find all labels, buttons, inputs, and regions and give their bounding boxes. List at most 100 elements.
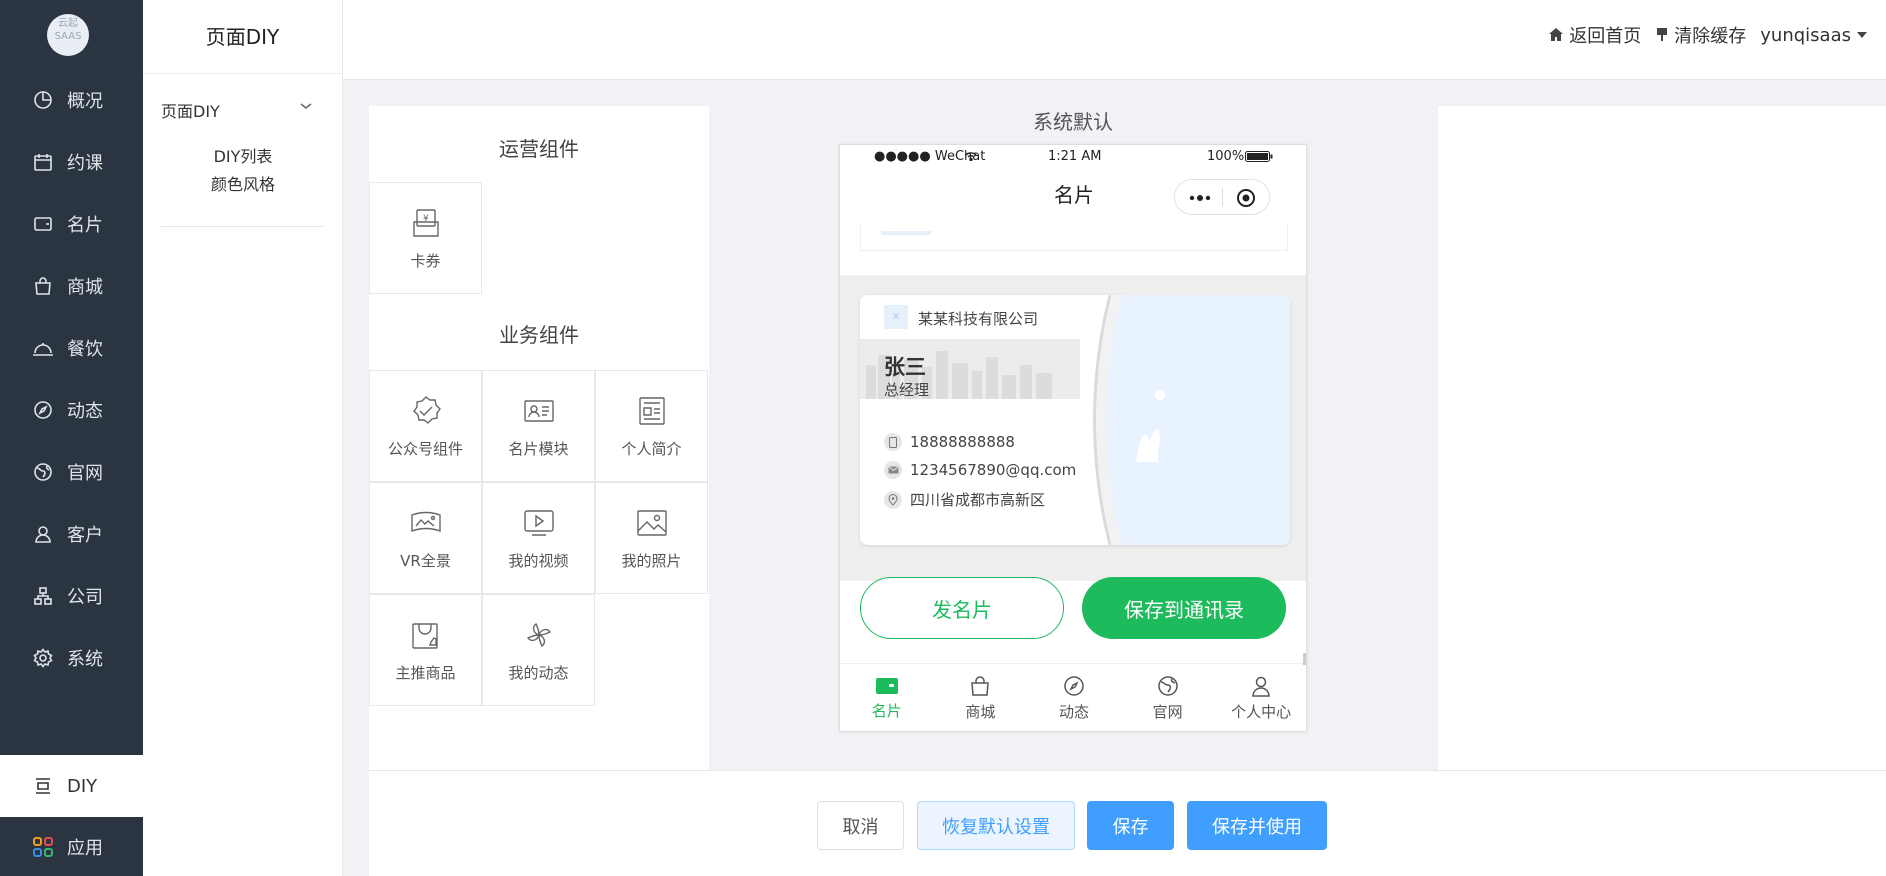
subnav-item-color-style[interactable]: 颜色风格	[143, 171, 343, 195]
phone-number: 18888888888	[910, 433, 1015, 451]
business-card[interactable]: × 某某科技有限公司 张三 总经理 18888888888 1234567890…	[860, 295, 1290, 545]
save-button[interactable]: 保存	[1087, 801, 1174, 850]
biz-components-title: 业务组件	[499, 323, 579, 347]
sidebar-item-label: 公司	[67, 587, 103, 608]
component-profile[interactable]: 个人简介	[595, 370, 708, 482]
vr-icon	[410, 511, 441, 532]
component-featured-product[interactable]: 主推商品	[369, 594, 482, 706]
tab-card[interactable]: 名片	[840, 664, 934, 731]
contact-email[interactable]: 1234567890@qq.com	[884, 461, 1076, 479]
battery-icon	[1245, 151, 1273, 162]
sidebar-item-catering[interactable]: 餐饮	[0, 317, 143, 379]
phone-preview: ●●●●● WeChat 1:21 AM 100% 名片 × 某某科技有限公司 …	[839, 144, 1307, 732]
tab-mall[interactable]: 商城	[934, 664, 1028, 731]
restore-default-button[interactable]: 恢复默认设置	[917, 801, 1075, 850]
scrollbar-thumb[interactable]	[1303, 653, 1306, 665]
caret-down-icon	[1857, 32, 1867, 38]
home-link[interactable]: 返回首页	[1548, 22, 1641, 48]
sidebar-item-label: 餐饮	[67, 339, 103, 360]
wallet-icon	[32, 213, 54, 235]
photo-icon	[636, 509, 667, 536]
component-official-account[interactable]: 公众号组件	[369, 370, 482, 482]
sidebar-item-label: 客户	[67, 525, 103, 546]
sub-navigation: 页面DIY 页面DIY DIY列表 颜色风格	[143, 0, 343, 876]
shopping-bag-icon	[32, 275, 54, 297]
sidebar-item-label: 动态	[67, 401, 103, 422]
brush-icon	[1657, 28, 1668, 41]
sidebar-item-label: DIY	[67, 775, 98, 797]
component-panel: 运营组件 ¥ 卡券 业务组件 公众号组件 名片模块 个人简介 VR全景 我的视频…	[369, 106, 709, 770]
save-and-use-button[interactable]: 保存并使用	[1187, 801, 1327, 850]
sidebar: 云起 SAAS 概况 约课 名片 商城 餐饮 动态 官网 客户 公司 系统 DI…	[0, 0, 143, 876]
pie-chart-icon	[32, 89, 54, 111]
component-card-module[interactable]: 名片模块	[482, 370, 595, 482]
sidebar-item-website[interactable]: 官网	[0, 441, 143, 503]
more-dots-icon[interactable]	[1188, 193, 1212, 203]
location-icon	[884, 490, 902, 509]
component-my-moments[interactable]: 我的动态	[482, 594, 595, 706]
chevron-down-icon	[299, 100, 313, 115]
component-video[interactable]: 我的视频	[482, 482, 595, 594]
sidebar-item-overview[interactable]: 概况	[0, 69, 143, 131]
id-card-icon	[523, 399, 554, 422]
sidebar-item-moments[interactable]: 动态	[0, 379, 143, 441]
tab-profile[interactable]: 个人中心	[1214, 664, 1306, 731]
phone-icon	[884, 433, 902, 451]
bag-tab-icon	[971, 676, 990, 696]
cancel-button[interactable]: 取消	[817, 801, 904, 850]
previous-module-stub	[860, 225, 1288, 251]
org-chart-icon	[32, 585, 54, 607]
cloche-icon	[32, 337, 54, 359]
product-bag-icon	[411, 622, 438, 649]
tab-label: 官网	[1152, 703, 1183, 721]
user-menu[interactable]: yunqisaas	[1760, 25, 1868, 46]
company-name: 某某科技有限公司	[918, 310, 1039, 328]
close-target-icon[interactable]	[1236, 188, 1256, 208]
email-address: 1234567890@qq.com	[910, 461, 1077, 479]
send-card-button[interactable]: 发名片	[860, 577, 1064, 639]
video-icon	[523, 509, 554, 536]
clear-cache-link[interactable]: 清除缓存	[1655, 22, 1746, 48]
sidebar-item-diy[interactable]: DIY	[0, 755, 143, 817]
subnav-group-label: 页面DIY	[161, 102, 220, 121]
contact-phone[interactable]: 18888888888	[884, 433, 1015, 451]
logo[interactable]: 云起 SAAS	[47, 14, 89, 56]
component-coupon[interactable]: ¥ 卡券	[369, 182, 482, 294]
component-label: VR全景	[400, 551, 451, 570]
gear-icon	[32, 647, 54, 669]
settings-panel	[1438, 106, 1886, 770]
compass-icon	[32, 399, 54, 421]
preview-title: 系统默认	[1033, 110, 1113, 134]
globe-tab-icon	[1157, 676, 1178, 696]
contact-address[interactable]: 四川省成都市高新区	[884, 489, 1045, 510]
component-label: 我的视频	[508, 551, 569, 570]
sidebar-item-booking[interactable]: 约课	[0, 131, 143, 193]
pinwheel-icon	[526, 622, 551, 647]
mini-program-tabbar: 名片 商城 动态 官网 个人中心	[840, 663, 1306, 731]
tab-website[interactable]: 官网	[1121, 664, 1215, 731]
sidebar-item-system[interactable]: 系统	[0, 627, 143, 689]
tab-label: 名片	[871, 702, 902, 720]
save-contact-button[interactable]: 保存到通讯录	[1082, 577, 1286, 639]
component-vr[interactable]: VR全景	[369, 482, 482, 594]
sidebar-item-label: 商城	[67, 277, 103, 298]
subnav-item-diy-list[interactable]: DIY列表	[143, 143, 343, 167]
component-photo[interactable]: 我的照片	[595, 482, 708, 594]
component-label: 名片模块	[508, 439, 569, 458]
subnav-group-toggle[interactable]: 页面DIY	[161, 98, 321, 122]
tab-moments[interactable]: 动态	[1027, 664, 1121, 731]
username: yunqisaas	[1760, 24, 1851, 46]
card-tab-icon	[875, 678, 898, 694]
person-position: 总经理	[884, 381, 930, 399]
tab-label: 个人中心	[1231, 703, 1292, 721]
calendar-icon	[32, 151, 54, 173]
sidebar-item-customers[interactable]: 客户	[0, 503, 143, 565]
home-link-label: 返回首页	[1569, 26, 1642, 47]
sidebar-item-apps[interactable]: 应用	[0, 817, 143, 876]
sidebar-item-company[interactable]: 公司	[0, 565, 143, 627]
sidebar-item-card[interactable]: 名片	[0, 193, 143, 255]
mini-program-capsule[interactable]	[1174, 179, 1270, 215]
sidebar-item-mall[interactable]: 商城	[0, 255, 143, 317]
tab-label: 动态	[1058, 703, 1089, 721]
mail-icon	[884, 461, 902, 479]
